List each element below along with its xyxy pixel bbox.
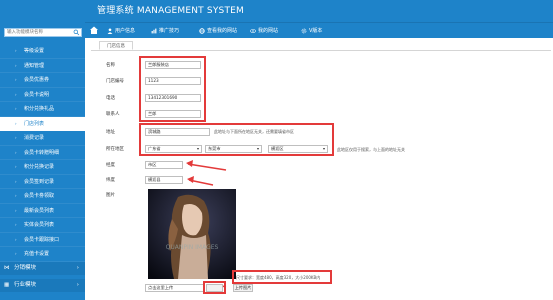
- logo-area: [0, 0, 85, 22]
- chevron-right-icon: ›: [15, 222, 17, 227]
- share-icon: ⋈: [4, 265, 10, 271]
- chevron-right-icon: ›: [15, 193, 17, 198]
- gear-icon: [301, 28, 307, 33]
- sidebar-item-label: 通知管理: [24, 62, 45, 69]
- home-icon[interactable]: [89, 25, 99, 35]
- nav-my-site[interactable]: 我的网站: [250, 23, 278, 39]
- nav-label: 查看我的网站: [207, 28, 238, 34]
- eye-icon: [250, 28, 256, 33]
- sidebar-item-card-desc[interactable]: › 会员卡说明: [0, 88, 85, 102]
- chevron-right-icon: ›: [76, 282, 79, 288]
- sidebar-group-industry[interactable]: ▦ 行业模块 ›: [0, 279, 85, 292]
- nav-view-site[interactable]: 查看我的网站: [199, 23, 237, 39]
- tab-bar: [91, 40, 551, 51]
- sidebar-item-checkin[interactable]: › 会员签到记录: [0, 175, 85, 189]
- chevron-right-icon: ›: [15, 149, 17, 155]
- region-hint: 此地区仅用于搜索，与上面的地址无关: [337, 147, 405, 152]
- nav-version[interactable]: V版本: [301, 23, 322, 39]
- image-label: 图片: [106, 193, 115, 198]
- sidebar-item-label: 会员签到记录: [24, 178, 55, 185]
- chevron-right-icon: ›: [15, 251, 17, 256]
- annotation-box: [232, 270, 332, 284]
- longitude-label: 经度: [106, 163, 115, 168]
- sidebar-item-coupon[interactable]: › 会员优惠券: [0, 73, 85, 88]
- address-label: 地址: [106, 130, 115, 135]
- chevron-right-icon: ›: [76, 265, 79, 271]
- longitude-field[interactable]: 市区: [145, 161, 183, 169]
- nav-label: 我的网站: [258, 28, 279, 34]
- store-photo: QUANPIN IMAGES: [148, 189, 236, 279]
- sidebar-item-level[interactable]: › 等级设置: [0, 44, 85, 59]
- annotation-box: [139, 123, 334, 156]
- number-label: 门店编号: [106, 79, 124, 84]
- sidebar-group-label: 分销模块: [14, 265, 37, 271]
- sidebar-item-transfer[interactable]: › 会员卡转赠明细: [0, 146, 85, 160]
- sidebar-item-label: 会员卡说明: [24, 91, 50, 98]
- sidebar-search-box: [4, 28, 82, 37]
- contact-label: 联系人: [106, 112, 120, 117]
- sidebar-item-gift[interactable]: › 积分兑换礼品: [0, 102, 85, 117]
- chevron-right-icon: ›: [15, 62, 17, 68]
- top-nav: 用户信息 推广技巧 查看我的网站 我的网站 V版本: [85, 22, 553, 39]
- search-icon[interactable]: [73, 29, 80, 36]
- latitude-label: 纬度: [106, 178, 115, 183]
- sidebar-item-label: 充值卡设置: [24, 251, 50, 257]
- grid-icon: ▦: [4, 282, 10, 288]
- region-label: 所在地区: [106, 147, 124, 152]
- chevron-right-icon: ›: [15, 91, 17, 97]
- chevron-right-icon: ›: [15, 48, 17, 53]
- chevron-right-icon: ›: [15, 164, 17, 169]
- sidebar-item-new-members[interactable]: › 最新会员列表: [0, 204, 85, 218]
- chevron-right-icon: ›: [15, 106, 17, 111]
- user-icon: [107, 27, 113, 34]
- upload-image-button[interactable]: 上传图片: [233, 284, 253, 292]
- chevron-right-icon: ›: [15, 207, 17, 213]
- latitude-field[interactable]: 横沥县: [145, 176, 183, 184]
- chevron-right-icon: ›: [15, 236, 17, 242]
- upload-path-field[interactable]: 点击这里上传: [145, 284, 204, 292]
- sidebar-item-label: 门店列表: [24, 120, 45, 127]
- sidebar-item-label: 积分兑换礼品: [24, 106, 55, 112]
- sidebar-item-label: 会员优惠券: [24, 77, 50, 83]
- sidebar-group-distribution[interactable]: ⋈ 分销模块 ›: [0, 262, 85, 275]
- annotation-box: [139, 56, 206, 122]
- chevron-right-icon: ›: [15, 135, 17, 140]
- chevron-right-icon: ›: [15, 120, 17, 126]
- sidebar-item-points[interactable]: › 积分兑换记录: [0, 160, 85, 175]
- sidebar-item-label: 会员卡劵领取: [24, 193, 55, 199]
- phone-label: 电话: [106, 96, 115, 101]
- globe-icon: [199, 27, 205, 34]
- nav-label: 用户信息: [115, 28, 136, 34]
- chevron-right-icon: ›: [15, 178, 17, 184]
- sidebar-group-label: 行业模块: [14, 282, 37, 288]
- nav-user-info[interactable]: 用户信息: [107, 23, 135, 39]
- chart-icon: [151, 28, 157, 33]
- tab-store-info[interactable]: 门店信息: [99, 41, 133, 50]
- photo-watermark: QUANPIN IMAGES: [166, 244, 219, 251]
- nav-label: V版本: [309, 28, 323, 34]
- sidebar-item-label: 等级设置: [24, 48, 45, 54]
- sidebar-item-label: 消费记录: [24, 135, 45, 141]
- annotation-box: [203, 281, 226, 294]
- sidebar-search-input[interactable]: [7, 29, 71, 36]
- sidebar-item-real-members[interactable]: › 实体会员列表: [0, 218, 85, 233]
- sidebar-item-notice[interactable]: › 通知管理: [0, 59, 85, 73]
- sidebar-item-tracking[interactable]: › 会员卡跟踪接口: [0, 233, 85, 247]
- sidebar-menu: › 等级设置 › 通知管理 › 会员优惠券 › 会员卡说明 › 积分兑换礼品 › 门店列表 …: [0, 44, 85, 262]
- app-title: 管理系统 MANAGEMENT SYSTEM: [97, 6, 244, 16]
- sidebar-item-store-list[interactable]: › 门店列表: [0, 116, 85, 131]
- sidebar-item-label: 会员卡转赠明细: [24, 149, 60, 156]
- sidebar-item-recharge[interactable]: › 充值卡设置: [0, 247, 85, 262]
- sidebar-item-label: 最新会员列表: [24, 207, 55, 214]
- nav-label: 推广技巧: [159, 28, 180, 34]
- nav-promo-tips[interactable]: 推广技巧: [151, 23, 179, 39]
- sidebar-item-label: 会员卡跟踪接口: [24, 236, 60, 243]
- name-label: 名称: [106, 63, 115, 68]
- sidebar-item-consume[interactable]: › 消费记录: [0, 131, 85, 146]
- sidebar-item-label: 实体会员列表: [24, 222, 55, 228]
- chevron-right-icon: ›: [15, 77, 17, 82]
- sidebar-item-card-coupon[interactable]: › 会员卡劵领取: [0, 189, 85, 204]
- sidebar-item-label: 积分兑换记录: [24, 164, 55, 170]
